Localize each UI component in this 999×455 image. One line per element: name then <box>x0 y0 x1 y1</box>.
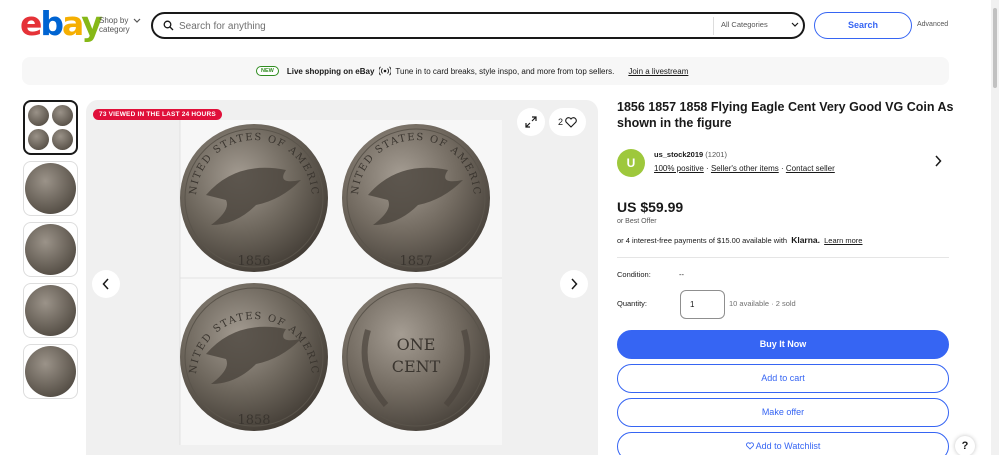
watch-count-button[interactable]: 2 <box>549 108 586 136</box>
chevron-left-icon <box>102 278 109 290</box>
expand-button[interactable] <box>517 108 545 136</box>
chevron-down-icon[interactable] <box>791 22 799 28</box>
installments-text: or 4 interest-free payments of $15.00 av… <box>617 235 863 245</box>
thumbnail-4[interactable] <box>23 283 78 338</box>
seller-links: 100% positive · Seller's other items · C… <box>654 164 835 173</box>
divider <box>713 17 714 35</box>
viewed-badge: 73 VIEWED IN THE LAST 24 HOURS <box>93 109 222 120</box>
svg-text:1858: 1858 <box>237 413 270 428</box>
svg-text:1857: 1857 <box>399 254 432 269</box>
watch-count: 2 <box>557 117 563 127</box>
search-button[interactable]: Search <box>814 12 912 39</box>
condition-value: -- <box>679 270 684 279</box>
condition-label: Condition: <box>617 270 651 279</box>
best-offer-text: or Best Offer <box>617 218 657 225</box>
quantity-label: Quantity: <box>617 299 648 308</box>
main-product-image[interactable]: UNITED STATES OF AMERICA 1856 UNITED STA… <box>86 100 598 455</box>
expand-icon <box>525 116 537 128</box>
divider <box>617 257 949 258</box>
make-offer-button[interactable]: Make offer <box>617 398 949 427</box>
scrollbar-thumb[interactable] <box>993 8 997 88</box>
availability-text: 10 available · 2 sold <box>729 299 796 308</box>
ebay-logo[interactable]: ebay <box>20 6 103 42</box>
join-livestream-link[interactable]: Join a livestream <box>628 67 688 76</box>
buy-it-now-button[interactable]: Buy It Now <box>617 330 949 359</box>
learn-more-link[interactable]: Learn more <box>824 236 862 245</box>
thumbnail-5[interactable] <box>23 344 78 399</box>
banner-description: Tune in to card breaks, style inspo, and… <box>395 66 615 76</box>
next-image-button[interactable] <box>560 270 588 298</box>
add-to-cart-button[interactable]: Add to cart <box>617 364 949 393</box>
add-to-watchlist-button[interactable]: Add to Watchlist <box>617 432 949 455</box>
coin-photo: UNITED STATES OF AMERICA 1856 UNITED STA… <box>86 100 502 445</box>
quantity-input[interactable] <box>680 290 725 319</box>
previous-image-button[interactable] <box>92 270 120 298</box>
banner-title: Live shopping on eBay <box>286 66 375 76</box>
thumbnail-3[interactable] <box>23 222 78 277</box>
chevron-down-icon[interactable] <box>133 18 141 24</box>
search-icon <box>163 20 174 31</box>
seller-name[interactable]: us_stock2019 (1201) <box>654 150 727 159</box>
contact-seller-link[interactable]: Contact seller <box>786 164 835 173</box>
search-input[interactable] <box>179 18 699 34</box>
help-button[interactable]: ? <box>955 436 975 455</box>
chevron-right-icon <box>571 278 578 290</box>
chevron-right-icon[interactable] <box>934 155 942 167</box>
item-title: 1856 1857 1858 Flying Eagle Cent Very Go… <box>617 100 954 130</box>
category-select[interactable]: All Categories <box>721 20 768 29</box>
seller-feedback-count: (1201) <box>705 150 727 159</box>
new-badge: NEW <box>256 66 279 76</box>
svg-text:1856: 1856 <box>237 254 270 269</box>
search-bar: All Categories <box>151 12 805 39</box>
live-shopping-banner: NEW Live shopping on eBay Tune in to car… <box>22 57 949 85</box>
klarna-logo: Klarna. <box>791 235 821 245</box>
shop-by-category-button[interactable]: Shop by category <box>99 16 133 34</box>
broadcast-icon <box>379 66 392 76</box>
sellers-other-items-link[interactable]: Seller's other items <box>711 164 779 173</box>
heart-icon <box>745 442 754 450</box>
svg-text:CENT: CENT <box>392 357 441 376</box>
seller-card[interactable]: U us_stock2019 (1201) 100% positive · Se… <box>617 141 949 186</box>
svg-text:ONE: ONE <box>397 335 436 354</box>
thumbnail-2[interactable] <box>23 161 78 216</box>
price: US $59.99 <box>617 199 684 215</box>
positive-feedback-link[interactable]: 100% positive <box>654 164 704 173</box>
thumbnail-1[interactable] <box>23 100 78 155</box>
avatar[interactable]: U <box>617 149 645 177</box>
advanced-search-link[interactable]: Advanced <box>917 21 948 28</box>
heart-icon <box>565 116 577 128</box>
